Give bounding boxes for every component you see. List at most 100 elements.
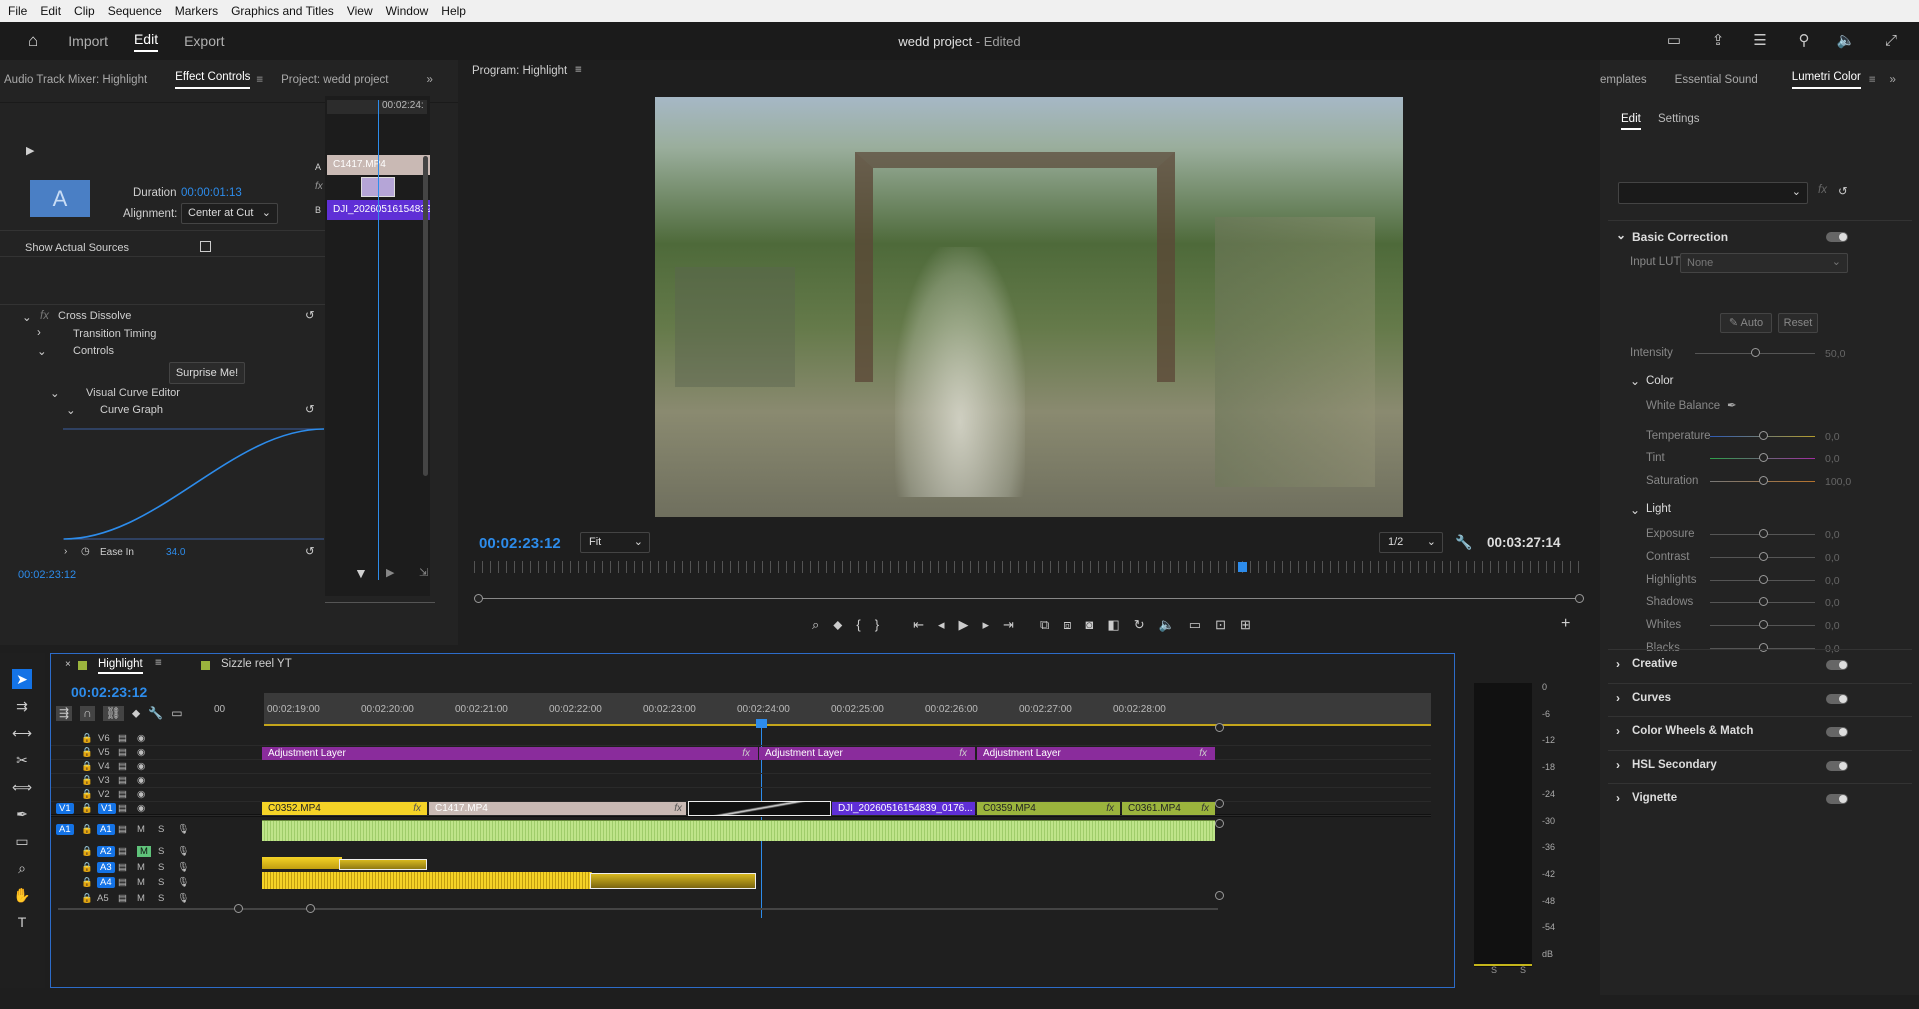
surprise-button[interactable]: Surprise Me! (169, 362, 245, 384)
temperature-knob[interactable] (1759, 431, 1768, 440)
look-select[interactable]: ⌄ (1618, 182, 1808, 204)
cross-dissolve-transition[interactable] (688, 801, 831, 816)
mark-out-icon[interactable]: } (875, 617, 879, 633)
lock-V4-icon[interactable]: 🔒 (81, 761, 93, 772)
tab-templates[interactable]: emplates (1600, 74, 1647, 86)
tab-essential-sound[interactable]: Essential Sound (1675, 74, 1758, 86)
curve-graph[interactable] (62, 420, 326, 545)
safe-margins-icon[interactable]: ▭ (1189, 617, 1201, 633)
expand-timing-icon[interactable]: › (37, 327, 41, 339)
mute-A4[interactable]: M (137, 877, 145, 888)
intensity-knob[interactable] (1751, 348, 1760, 357)
creative-heading[interactable]: Creative (1632, 658, 1677, 670)
color-heading[interactable]: Color (1646, 375, 1673, 387)
tint-knob[interactable] (1759, 453, 1768, 462)
timeline-playhead[interactable] (756, 719, 767, 728)
play-transition-icon[interactable]: ▶ (26, 144, 34, 157)
solo-A1[interactable]: S (158, 824, 164, 835)
track-A2-label[interactable]: A2 (97, 846, 115, 857)
subtab-settings[interactable]: Settings (1658, 113, 1700, 125)
tab-audio-mixer[interactable]: Audio Track Mixer: Highlight (4, 74, 147, 86)
go-to-in-icon[interactable]: ⇤ (913, 617, 924, 633)
audio-clip-a3-2[interactable] (339, 859, 427, 870)
timeline-menu-icon[interactable]: ≡ (155, 657, 162, 669)
panel-layout-icon[interactable]: ▭ (1664, 31, 1684, 51)
lock-V1-icon[interactable]: 🔒 (81, 803, 93, 814)
sync-V5-icon[interactable]: ▤ (118, 747, 127, 758)
auto-button[interactable]: ✎ Auto (1720, 313, 1772, 333)
more-panels-icon[interactable]: » (1890, 74, 1896, 86)
track-A4-label[interactable]: A4 (97, 877, 115, 888)
close-tab-icon[interactable]: × (65, 659, 71, 670)
more-panels-icon[interactable]: » (427, 74, 433, 86)
panel-menu-icon[interactable]: ≡ (256, 74, 263, 86)
saturation-knob[interactable] (1759, 476, 1768, 485)
lock-A1-icon[interactable]: 🔒 (81, 824, 93, 835)
temperature-value[interactable]: 0,0 (1825, 431, 1840, 443)
saturation-value[interactable]: 100,0 (1825, 476, 1851, 488)
expand-vignette-icon[interactable]: › (1616, 791, 1620, 805)
alignment-select[interactable]: Center at Cut ⌄ (181, 203, 278, 224)
tab-sizzle-reel[interactable]: Sizzle reel YT (221, 658, 292, 670)
extract-icon[interactable]: ⧈ (1063, 617, 1071, 633)
timeline-timecode[interactable]: 00:02:23:12 (71, 684, 147, 700)
meter-solo-left[interactable]: S (1491, 965, 1497, 975)
contrast-value[interactable]: 0,0 (1825, 552, 1840, 564)
highlights-value[interactable]: 0,0 (1825, 575, 1840, 587)
eye-V6-icon[interactable]: ◉ (137, 733, 145, 744)
duration-value[interactable]: 00:00:01:13 (181, 187, 242, 199)
play-icon[interactable]: ▶ (959, 617, 969, 633)
video-scroll-bottom[interactable] (1215, 799, 1224, 808)
mute-A3[interactable]: M (137, 862, 145, 873)
collapse-effect-icon[interactable]: ⌄ (22, 310, 32, 324)
add-button-icon[interactable]: + (1561, 615, 1570, 633)
track-V5-label[interactable]: V5 (98, 747, 110, 758)
reset-ease-icon[interactable]: ↺ (305, 544, 315, 558)
linked-selection-icon[interactable]: ⛓ (102, 706, 124, 721)
h-scroll-left[interactable] (234, 904, 243, 913)
hsl-secondary-toggle[interactable] (1826, 760, 1848, 771)
ease-in-value[interactable]: 34.0 (166, 547, 185, 558)
audio-scroll-top[interactable] (1215, 819, 1224, 828)
contrast-knob[interactable] (1759, 551, 1768, 561)
sync-V3-icon[interactable]: ▤ (118, 775, 127, 786)
filter-icon[interactable]: ▼ (354, 565, 368, 581)
stopwatch-icon[interactable]: ◷ (81, 546, 90, 557)
step-back-icon[interactable]: ◂ (938, 617, 945, 633)
source-v1[interactable]: V1 (56, 803, 74, 814)
comparison-icon[interactable]: ◧ (1107, 617, 1119, 633)
eye-V2-icon[interactable]: ◉ (137, 789, 145, 800)
adjustment-clip-2[interactable]: Adjustment Layer fx (759, 747, 975, 760)
h-scroll-right[interactable] (306, 904, 315, 913)
lumetri-menu-icon[interactable]: ≡ (1869, 74, 1876, 86)
mic-A3-icon[interactable]: 🎙 (177, 862, 189, 873)
curves-heading[interactable]: Curves (1632, 692, 1671, 704)
sync-V6-icon[interactable]: ▤ (118, 733, 127, 744)
menu-sequence[interactable]: Sequence (108, 4, 162, 18)
lock-A4-icon[interactable]: 🔒 (81, 877, 93, 888)
vignette-toggle[interactable] (1826, 794, 1848, 804)
expand-basic-icon[interactable]: ⌄ (1616, 228, 1626, 242)
track-A3-label[interactable]: A3 (97, 862, 115, 873)
light-heading[interactable]: Light (1646, 503, 1671, 515)
collapse-curve-graph-icon[interactable]: ⌄ (66, 403, 76, 417)
collapse-curve-editor-icon[interactable]: ⌄ (50, 386, 60, 400)
audio-icon[interactable]: 🔈 (1159, 617, 1175, 633)
tab-effect-controls[interactable]: Effect Controls (175, 71, 251, 89)
blacks-knob[interactable] (1759, 643, 1768, 652)
fullscreen-icon[interactable]: ⤢ (1881, 31, 1901, 51)
expand-hsl-secondary-icon[interactable]: › (1616, 758, 1620, 772)
lock-V3-icon[interactable]: 🔒 (81, 775, 93, 786)
step-forward-icon[interactable]: ▸ (983, 617, 990, 633)
mic-A5-icon[interactable]: 🎙 (177, 893, 189, 904)
timeline-settings-icon[interactable]: 🔧 (148, 706, 163, 721)
expand-ease-in-icon[interactable]: › (64, 546, 67, 557)
solo-A5[interactable]: S (158, 893, 164, 904)
highlights-knob[interactable] (1759, 574, 1768, 584)
home-icon[interactable]: ⌂ (28, 31, 38, 51)
add-marker-icon[interactable]: ⬥ (132, 706, 140, 721)
lift-icon[interactable]: ⌕ (812, 617, 819, 633)
tab-edit[interactable]: Edit (133, 31, 159, 52)
transition-timing-label[interactable]: Transition Timing (73, 328, 156, 340)
ripple-edit-icon[interactable]: ⟷ (12, 723, 32, 743)
